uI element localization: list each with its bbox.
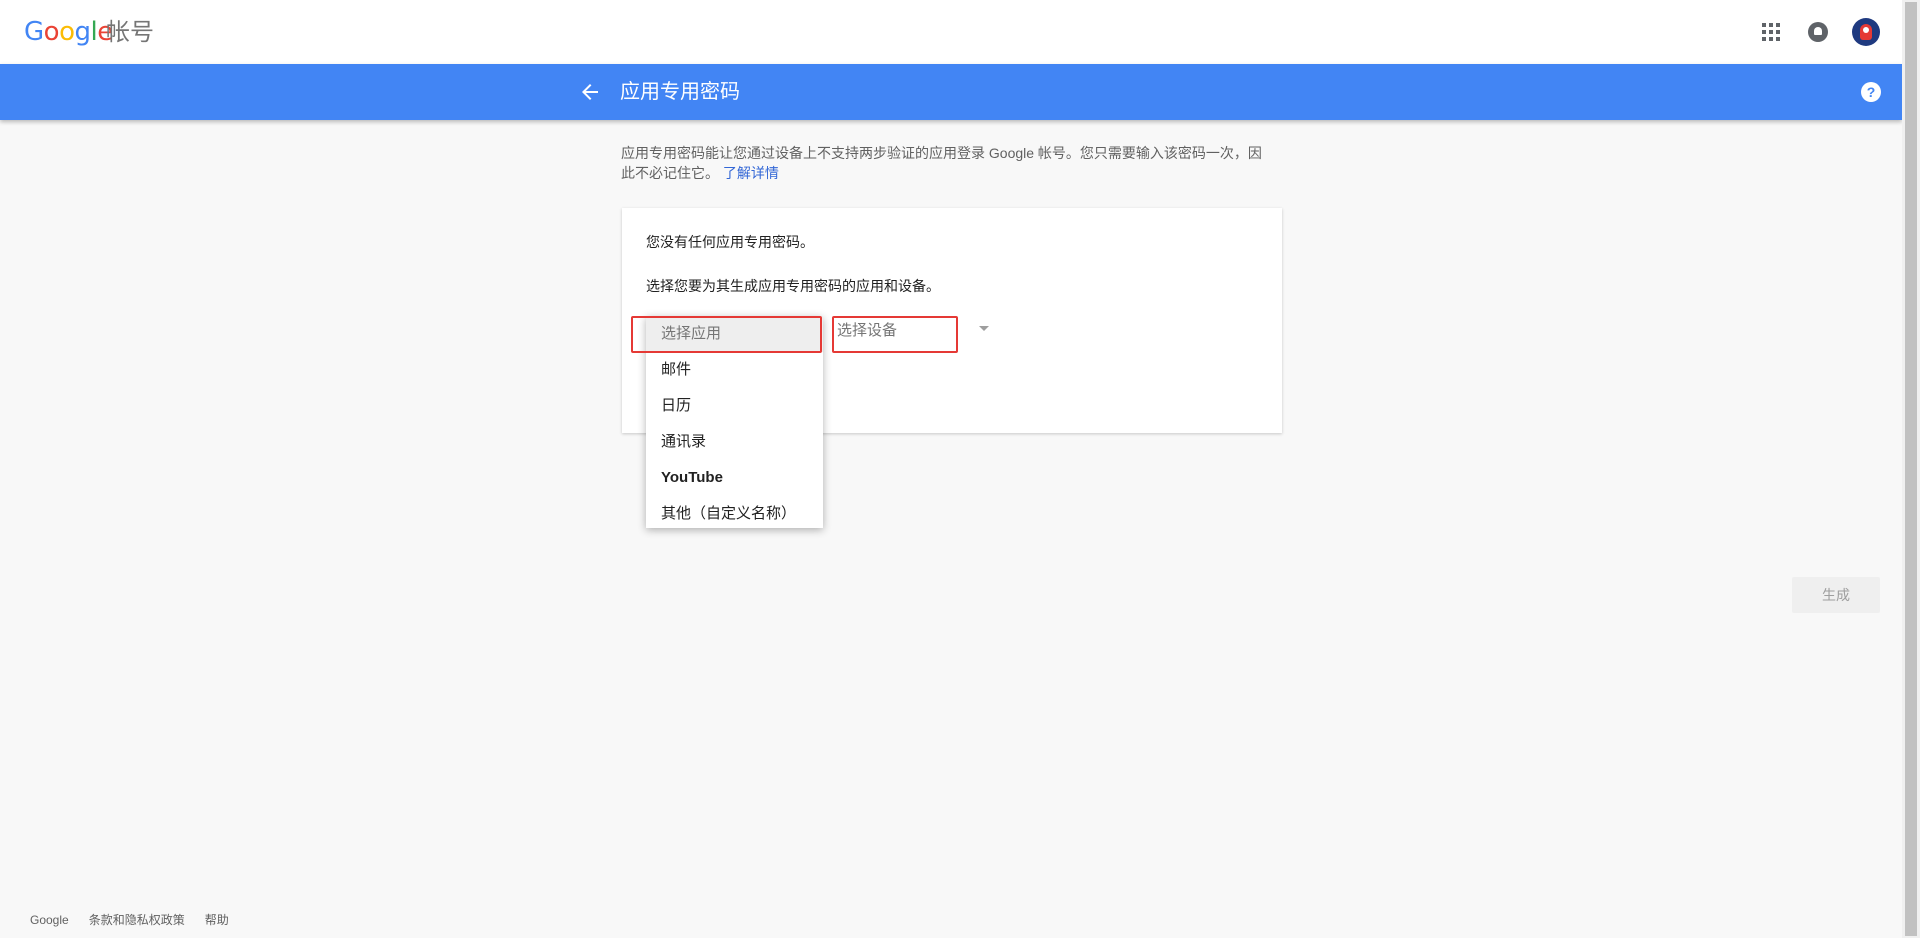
- learn-more-link[interactable]: 了解详情: [723, 165, 779, 181]
- top-app-bar: Google 帐号: [0, 0, 1902, 64]
- account-label: 帐号: [106, 18, 154, 46]
- intro-description: 应用专用密码能让您通过设备上不支持两步验证的应用登录 Google 帐号。您只需…: [621, 143, 1271, 183]
- intro-text: 应用专用密码能让您通过设备上不支持两步验证的应用登录 Google 帐号。您只需…: [621, 145, 1262, 181]
- back-arrow-icon[interactable]: [578, 80, 602, 104]
- chevron-down-icon[interactable]: [979, 326, 989, 331]
- page-title-bar: 应用专用密码 ?: [0, 64, 1902, 120]
- select-device-dropdown[interactable]: 选择设备: [835, 318, 995, 348]
- scrollbar-thumb[interactable]: [1905, 2, 1917, 936]
- apps-grid-icon[interactable]: [1762, 23, 1780, 41]
- app-option-calendar[interactable]: 日历: [646, 388, 823, 424]
- logo-letter: G: [24, 17, 44, 47]
- footer: Google 条款和隐私权政策 帮助: [30, 912, 229, 928]
- app-option-other[interactable]: 其他（自定义名称）: [646, 496, 823, 532]
- user-avatar[interactable]: [1852, 18, 1880, 46]
- page-title: 应用专用密码: [620, 81, 740, 103]
- app-option-contacts[interactable]: 通讯录: [646, 424, 823, 460]
- logo-letter: g: [74, 17, 92, 47]
- help-icon[interactable]: ?: [1861, 82, 1881, 102]
- footer-link-terms-privacy[interactable]: 条款和隐私权政策: [89, 912, 185, 928]
- app-option-mail[interactable]: 邮件: [646, 352, 823, 388]
- no-passwords-message: 您没有任何应用专用密码。: [646, 234, 814, 250]
- google-logo[interactable]: Google: [24, 16, 113, 48]
- generate-button[interactable]: 生成: [1792, 577, 1880, 613]
- vertical-scrollbar[interactable]: [1902, 0, 1920, 938]
- app-select-menu: 选择应用 邮件 日历 通讯录 YouTube 其他（自定义名称）: [646, 316, 823, 528]
- app-option-placeholder[interactable]: 选择应用: [646, 316, 823, 352]
- footer-link-google[interactable]: Google: [30, 912, 69, 928]
- logo-letter: o: [43, 17, 60, 47]
- instruction-text: 选择您要为其生成应用专用密码的应用和设备。: [646, 278, 940, 294]
- logo-letter: o: [59, 17, 75, 47]
- app-option-youtube[interactable]: YouTube: [646, 460, 823, 496]
- footer-link-help[interactable]: 帮助: [205, 912, 229, 928]
- notifications-bell-icon[interactable]: [1808, 22, 1828, 42]
